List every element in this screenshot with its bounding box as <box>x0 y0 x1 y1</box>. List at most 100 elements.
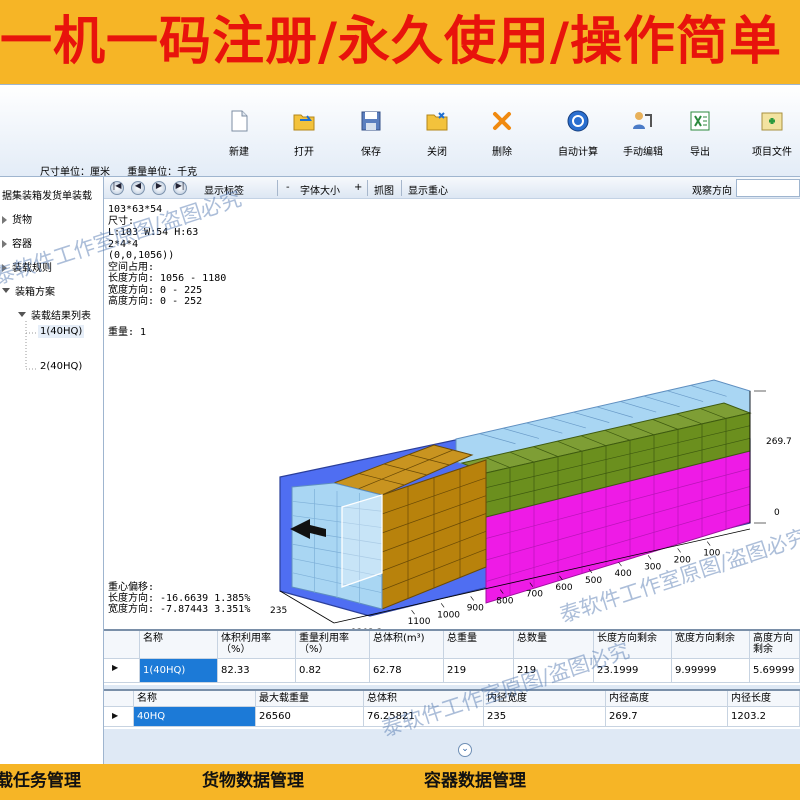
top-banner: 一机一码注册/永久使用/操作简单 <box>0 0 800 84</box>
width-label: 235 <box>270 606 287 616</box>
grid-cell[interactable]: 269.7 <box>606 707 728 727</box>
grid-cell[interactable]: 219 <box>444 659 514 683</box>
tree-item-cargo[interactable]: 货物 <box>2 211 32 226</box>
auto-calc-icon <box>567 110 589 132</box>
tree-item-plan[interactable]: 装箱方案 <box>2 283 55 298</box>
new-button[interactable]: 新建 <box>211 105 267 159</box>
column-header[interactable]: 内径长度 <box>728 691 800 707</box>
project-file-button[interactable]: 项目文件 <box>744 105 800 159</box>
expand-arrow-icon[interactable] <box>2 264 7 272</box>
grid-cell[interactable]: 5.69999 <box>750 659 800 683</box>
row-selector[interactable] <box>104 659 140 683</box>
column-header[interactable]: 名称 <box>140 631 218 659</box>
tree-item-result-1[interactable]: 1(40HQ) <box>38 325 85 338</box>
length-tick-label: 700 <box>526 590 543 600</box>
close-folder-icon <box>426 112 448 131</box>
column-header[interactable]: 总体积 <box>364 691 484 707</box>
expand-arrow-icon[interactable] <box>2 216 7 224</box>
grid-cell[interactable]: 1(40HQ) <box>140 659 218 683</box>
length-tick-label: 900 <box>467 603 484 613</box>
grid-cell[interactable]: 23.1999 <box>594 659 672 683</box>
auto-calc-button-label: 自动计算 <box>558 147 598 158</box>
cog-width: 宽度方向: -7.87443 3.351% <box>108 604 251 615</box>
column-header[interactable]: 最大载重量 <box>256 691 364 707</box>
auto-calc-button[interactable]: 自动计算 <box>550 105 606 159</box>
column-header[interactable]: 总体积(m³) <box>370 631 444 659</box>
delete-x-icon <box>493 112 511 130</box>
length-tick-label: 1000 <box>437 610 460 620</box>
column-header[interactable]: 内径高度 <box>606 691 728 707</box>
length-tick <box>677 548 681 553</box>
length-tick-label: 800 <box>496 597 513 607</box>
cog-length: 长度方向: -16.6639 1.385% <box>108 593 251 604</box>
close-button[interactable]: 关闭 <box>409 105 465 159</box>
column-header[interactable]: 总数量 <box>514 631 594 659</box>
manual-edit-button[interactable]: 手动编辑 <box>615 105 671 159</box>
length-tick <box>411 609 415 615</box>
loading-3d-view[interactable]: |◀ ◀ ▶ ▶| 显示标签 - 字体大小 + 抓图 显示重心 观察方向 269… <box>104 177 800 629</box>
container-3d-scene: 269.702351203.21100100090080070060050040… <box>270 379 792 629</box>
tree-item-rules[interactable]: 装载规则 <box>2 259 52 274</box>
container-grid: ▶ 名称 40HQ 最大载重量 26560 总体积 76.25821 内径宽度 235 内径高度 2… <box>104 689 800 729</box>
column-header[interactable]: 体积利用率（%） <box>218 631 296 659</box>
length-tick-label: 600 <box>555 583 572 593</box>
grid-cell[interactable]: 26560 <box>256 707 364 727</box>
collapse-arrow-icon[interactable] <box>18 311 26 321</box>
grid-cell[interactable]: 1203.2 <box>728 707 800 727</box>
expand-arrow-icon[interactable] <box>2 240 7 248</box>
cog-title: 重心偏移: <box>108 582 155 593</box>
info-line: 103*63*54 <box>108 204 163 215</box>
result-grid: ▶ 名称 1(40HQ) 体积利用率（%） 82.33 重量利用率（%） 0.82 总体积(m… <box>104 629 800 685</box>
info-line: 空间占用: <box>108 261 155 273</box>
export-button-label: 导出 <box>690 147 710 158</box>
height-label: 269.7 <box>766 437 792 447</box>
length-tick-label: 300 <box>644 562 661 572</box>
column-header[interactable]: 宽度方向剩余 <box>672 631 750 659</box>
save-button[interactable]: 保存 <box>343 105 399 159</box>
delete-button[interactable]: 删除 <box>474 105 530 159</box>
zero-label: 0 <box>774 508 780 518</box>
length-tick-label: 400 <box>615 569 632 579</box>
length-tick <box>647 555 652 560</box>
row-selector[interactable] <box>104 707 134 727</box>
info-line: (0,0,1056)) <box>108 250 175 261</box>
tree-item-result-list[interactable]: 装载结果列表 <box>18 307 91 322</box>
manual-edit-button-label: 手动编辑 <box>623 147 663 158</box>
grid-cell[interactable]: 62.78 <box>370 659 444 683</box>
grid-cell[interactable]: 82.33 <box>218 659 296 683</box>
column-header[interactable]: 高度方向剩余 <box>750 631 800 659</box>
tree-item-container[interactable]: 容器 <box>2 235 32 250</box>
grid-cell[interactable]: 0.82 <box>296 659 370 683</box>
open-button-label: 打开 <box>294 147 314 158</box>
excel-export-icon <box>690 111 710 131</box>
app-window: 新建 打开 保存 关闭 删除 自动计算 手动编辑 导出 项目文件 尺寸单位：厘米… <box>0 84 800 765</box>
unit-info: 尺寸单位：厘米 重量单位：千克 <box>40 163 211 178</box>
column-header[interactable]: 名称 <box>134 691 256 707</box>
export-button[interactable]: 导出 <box>672 105 728 159</box>
new-button-label: 新建 <box>229 147 249 158</box>
project-file-icon <box>761 112 783 131</box>
collapse-arrow-icon[interactable] <box>2 287 10 297</box>
column-header[interactable]: 内径宽度 <box>484 691 606 707</box>
grid-cell[interactable]: 40HQ <box>134 707 256 727</box>
info-line: 宽度方向: 0 - 225 <box>108 284 203 296</box>
info-line: 长度方向: 1056 - 1180 <box>108 273 227 284</box>
length-tick <box>440 603 445 608</box>
grid-cell[interactable]: 9.99999 <box>672 659 750 683</box>
open-folder-icon <box>293 114 315 131</box>
tree-item-result-2[interactable]: 2(40HQ) <box>40 361 82 372</box>
grid-cell[interactable]: 235 <box>484 707 606 727</box>
column-header[interactable]: 长度方向剩余 <box>594 631 672 659</box>
open-button[interactable]: 打开 <box>276 105 332 159</box>
info-line: 2*4*4 <box>108 238 139 250</box>
bottom-strip: ⌄ <box>104 733 800 765</box>
tree-root[interactable]: 据集装箱发货单装载 <box>2 187 92 202</box>
column-header[interactable]: 总重量 <box>444 631 514 659</box>
column-header[interactable]: 重量利用率（%） <box>296 631 370 659</box>
selected-box-highlight <box>341 494 383 588</box>
grid-cell[interactable]: 76.25821 <box>364 707 484 727</box>
info-line: L:103 W:54 H:63 <box>108 227 199 238</box>
grid-cell[interactable]: 219 <box>514 659 594 683</box>
expand-panel-button[interactable]: ⌄ <box>458 743 472 757</box>
save-button-label: 保存 <box>361 147 381 158</box>
